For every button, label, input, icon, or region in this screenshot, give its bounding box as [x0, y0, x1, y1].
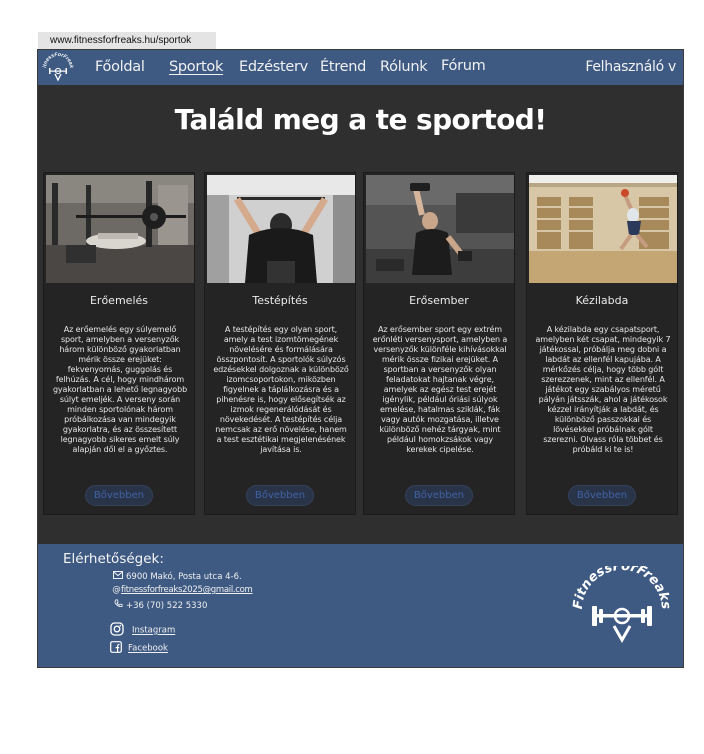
navbar: FitnessForFreaks Főoldal Sportok Edzéste… — [38, 50, 683, 85]
more-button[interactable]: Bővebben — [568, 485, 636, 506]
nav-item-edzesterv[interactable]: Edzésterv — [239, 59, 308, 75]
envelope-icon — [112, 571, 124, 582]
cable-pulldown-photo — [207, 175, 355, 283]
facebook-label[interactable]: Facebook — [128, 644, 168, 654]
phone-text: +36 (70) 522 5330 — [126, 601, 208, 611]
instagram-icon — [110, 622, 124, 639]
phone-icon — [112, 599, 124, 611]
sport-card-erosember: Erősember Az erősember sport egy extrém … — [363, 172, 515, 515]
more-button[interactable]: Bővebben — [85, 485, 153, 506]
handball-jump-photo — [529, 175, 677, 283]
footer: Elérhetőségek: 6900 Makó, Posta utca 4-6… — [38, 544, 683, 667]
email-link[interactable]: fitnessforfreaks2025@gmail.com — [121, 585, 253, 595]
phone-row: +36 (70) 522 5330 — [112, 599, 207, 611]
card-title: Kézilabda — [575, 294, 629, 307]
address-text: 6900 Makó, Posta utca 4-6. — [126, 572, 242, 582]
nav-item-etrend[interactable]: Étrend — [320, 59, 366, 75]
at-icon: @ — [112, 585, 121, 595]
page-frame: FitnessForFreaks Főoldal Sportok Edzéste… — [37, 49, 684, 668]
user-menu[interactable]: Felhasználó v — [585, 59, 676, 75]
nav-item-fooldal[interactable]: Főoldal — [95, 59, 145, 75]
brand-logo[interactable]: FitnessForFreaks — [41, 52, 75, 84]
card-description: A testépítés egy olyan sport, amely a te… — [213, 325, 349, 454]
nav-item-forum[interactable]: Fórum — [441, 58, 486, 74]
nav-item-rolunk[interactable]: Rólunk — [380, 59, 428, 75]
card-description: Az erősember sport egy extrém erőnléti v… — [372, 325, 508, 454]
brand-logo-large: FitnessForFreaks — [572, 566, 672, 644]
sport-card-testepites: Testépítés A testépítés egy olyan sport,… — [204, 172, 356, 515]
page-title: Találd meg a te sportod! — [174, 103, 547, 136]
card-title: Testépítés — [252, 294, 308, 307]
nav-item-sportok[interactable]: Sportok — [169, 59, 223, 75]
card-description: A kézilabda egy csapatsport, amelyben ké… — [535, 325, 671, 454]
instagram-link[interactable]: Instagram — [110, 622, 175, 639]
email-row[interactable]: @fitnessforfreaks2025@gmail.com — [112, 585, 253, 595]
more-button[interactable]: Bővebben — [246, 485, 314, 506]
facebook-icon — [110, 641, 122, 656]
contact-heading: Elérhetőségek: — [63, 551, 164, 567]
svg-text:FitnessForFreaks: FitnessForFreaks — [572, 566, 672, 610]
dumbbell-lift-photo — [366, 175, 514, 283]
facebook-link[interactable]: Facebook — [110, 641, 168, 656]
svg-text:FitnessForFreaks: FitnessForFreaks — [41, 52, 74, 69]
address-bar[interactable]: www.fitnessforfreaks.hu/sportok — [38, 32, 216, 50]
instagram-label[interactable]: Instagram — [132, 626, 175, 636]
bench-press-photo — [46, 175, 194, 283]
card-description: Az erőemelés egy súlyemelő sport, amelyb… — [52, 325, 188, 454]
card-title: Erőemelés — [89, 294, 148, 307]
sport-card-eroemeles: Erőemelés Az erőemelés egy súlyemelő spo… — [43, 172, 195, 515]
sport-card-kezilabda: Kézilabda A kézilabda egy csapatsport, a… — [526, 172, 678, 515]
card-title: Erősember — [409, 294, 469, 307]
address-row: 6900 Makó, Posta utca 4-6. — [112, 571, 242, 582]
more-button[interactable]: Bővebben — [405, 485, 473, 506]
